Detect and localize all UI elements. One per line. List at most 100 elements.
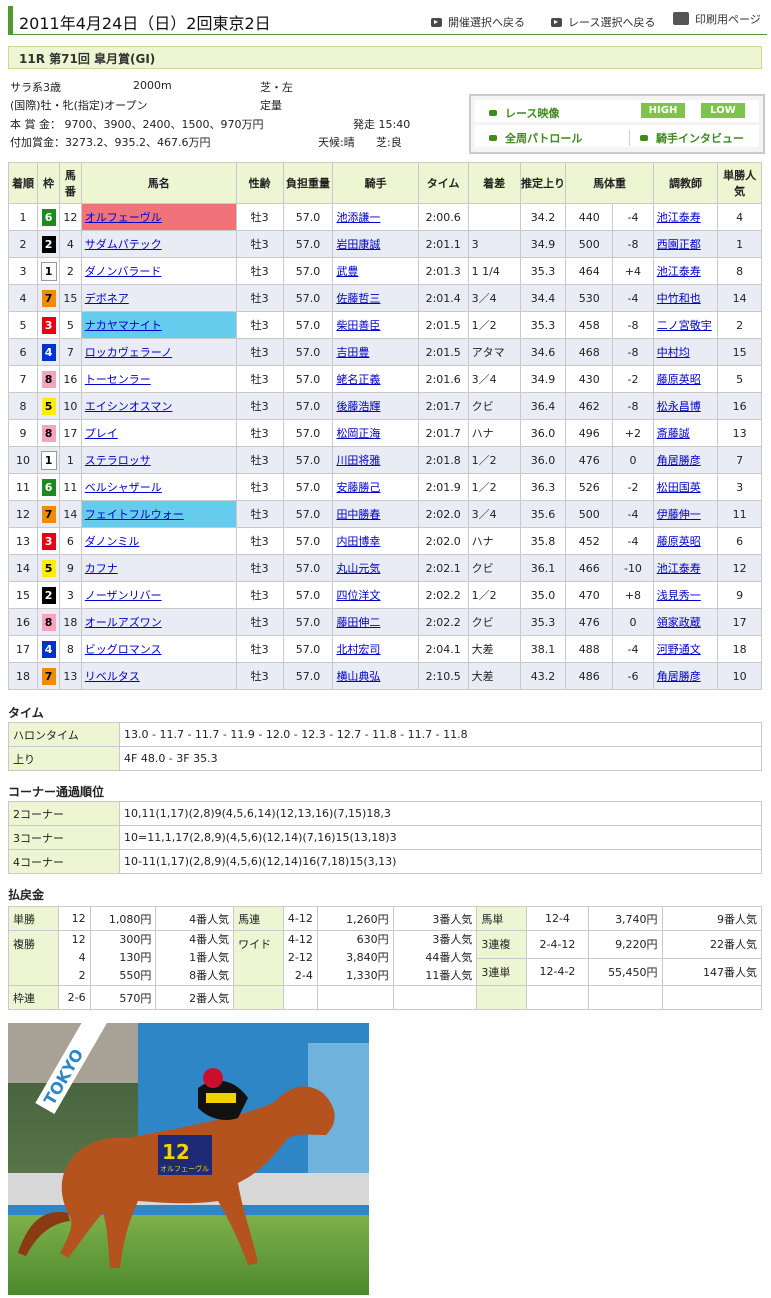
jockey-link[interactable]: 武豊 xyxy=(336,265,358,278)
horse-name-link-cell: プレイ xyxy=(80,419,237,447)
back-to-race-link[interactable]: レース選択へ戻る xyxy=(551,14,655,30)
jockey-link[interactable]: 佐藤哲三 xyxy=(336,292,380,305)
jockey-link[interactable]: 内田博幸 xyxy=(336,535,380,548)
jockey-link[interactable]: 後藤浩輝 xyxy=(336,400,380,413)
finish-pos-cell: 3 xyxy=(7,257,39,285)
horse-name-link[interactable]: カフナ xyxy=(85,562,118,575)
jockey-link[interactable]: 柴田善臣 xyxy=(336,319,380,332)
horse-name-link[interactable]: プレイ xyxy=(85,427,118,440)
jockey-link-cell: 川田将雅 xyxy=(332,446,419,474)
horse-number-cell: 18 xyxy=(58,608,82,636)
trainer-link-cell: 池江泰寿 xyxy=(652,554,719,582)
jockey-link-cell: 安藤勝己 xyxy=(332,473,419,501)
trainer-link[interactable]: 斎藤誠 xyxy=(657,427,690,440)
video-low-button[interactable]: LOW xyxy=(701,103,745,118)
trainer-link[interactable]: 藤原英昭 xyxy=(657,373,701,386)
table-row: 15 2 3 ノーザンリバー 牡3 57.0 四位洋文 2:02.2 1／2 35.0 470 +8 浅… xyxy=(7,581,762,609)
trainer-link[interactable]: 角居勝彦 xyxy=(657,454,701,467)
horse-name-link[interactable]: エイシンオスマン xyxy=(85,400,173,413)
trainer-link[interactable]: 池江泰寿 xyxy=(657,211,701,224)
jockey-link[interactable]: 安藤勝己 xyxy=(336,481,380,494)
jockey-link[interactable]: 藤田伸二 xyxy=(336,616,380,629)
horse-name-link[interactable]: トーセンラー xyxy=(85,373,151,386)
horse-name-link[interactable]: リベルタス xyxy=(85,670,140,683)
horse-number-cell: 15 xyxy=(58,284,82,312)
sanrenpuku-amount: 9,220円 xyxy=(587,930,663,959)
video-icon xyxy=(489,135,497,141)
waku-badge-cell: 1 xyxy=(37,446,60,474)
weight-carried-cell: 57.0 xyxy=(282,662,334,690)
horse-name-link-cell: ロッカヴェラーノ xyxy=(80,338,237,366)
table-row: 上り 4F 48.0 - 3F 35.3 xyxy=(8,746,762,771)
horse-name-link[interactable]: オールアズワン xyxy=(85,616,162,629)
weight-carried-cell: 57.0 xyxy=(282,392,334,420)
horse-name-link[interactable]: デボネア xyxy=(85,292,129,305)
body-weight-cell: 430 xyxy=(565,365,614,393)
trainer-link[interactable]: 伊藤伸一 xyxy=(657,508,701,521)
jockey-link[interactable]: 横山典弘 xyxy=(336,670,380,683)
horse-name-link[interactable]: ナカヤマナイト xyxy=(85,319,162,332)
trainer-link[interactable]: 西園正都 xyxy=(657,238,701,251)
popularity-cell: 4 xyxy=(717,203,762,231)
horse-name-link[interactable]: ノーザンリバー xyxy=(85,589,162,602)
patrol-link[interactable]: 全周パトロール xyxy=(489,130,582,146)
horse-name-link[interactable]: フェイトフルウォー xyxy=(85,508,184,521)
jockey-link[interactable]: 松岡正海 xyxy=(336,427,380,440)
trainer-link[interactable]: 池江泰寿 xyxy=(657,265,701,278)
trainer-link[interactable]: 池江泰寿 xyxy=(657,562,701,575)
video-high-button[interactable]: HIGH xyxy=(641,103,685,118)
trainer-link[interactable]: 中村均 xyxy=(657,346,690,359)
jockey-link[interactable]: 田中勝春 xyxy=(336,508,380,521)
horse-number-cell: 14 xyxy=(58,500,82,528)
tansho-amount: 1,080円 xyxy=(89,906,157,931)
trainer-link[interactable]: 角居勝彦 xyxy=(657,670,701,683)
trainer-link[interactable]: 二ノ宮敬宇 xyxy=(657,319,712,332)
race-time-cell: 2:00.6 xyxy=(417,203,469,231)
video-row: レース映像 HIGH LOW xyxy=(475,100,759,122)
jockey-link[interactable]: 池添謙一 xyxy=(336,211,380,224)
jockey-link[interactable]: 北村宏司 xyxy=(336,643,380,656)
sex-age-cell: 牡3 xyxy=(235,446,284,474)
waku-badge: 6 xyxy=(41,478,56,496)
horse-name-link[interactable]: オルフェーヴル xyxy=(85,211,162,224)
margin-cell: ハナ xyxy=(467,419,521,447)
print-page-link[interactable]: 印刷用ページ xyxy=(673,11,761,27)
trainer-link[interactable]: 松田国英 xyxy=(657,481,701,494)
trainer-link[interactable]: 領家政蔵 xyxy=(657,616,701,629)
horse-name-link[interactable]: ビッグロマンス xyxy=(85,643,162,656)
jockey-link[interactable]: 四位洋文 xyxy=(336,589,380,602)
jockey-link[interactable]: 岩田康誠 xyxy=(336,238,380,251)
horse-number-cell: 8 xyxy=(58,635,82,663)
table-row: 5 3 5 ナカヤマナイト 牡3 57.0 柴田善臣 2:01.5 1／2 35.3 458 -8 二ノ… xyxy=(7,311,762,339)
waku-badge: 6 xyxy=(41,208,56,226)
time-table: ハロンタイム 13.0 - 11.7 - 11.7 - 11.9 - 12.0 -… xyxy=(8,722,762,771)
horse-name-link[interactable]: ベルシャザール xyxy=(85,481,162,494)
horse-name-link[interactable]: ダノンミル xyxy=(85,535,140,548)
horse-name-link[interactable]: ステラロッサ xyxy=(85,454,151,467)
jockey-interview-link[interactable]: 騎手インタビュー xyxy=(629,130,744,146)
trainer-link[interactable]: 松永昌博 xyxy=(657,400,701,413)
back-to-meeting-link[interactable]: 開催選択へ戻る xyxy=(431,14,525,30)
patrol-row: 全周パトロール 騎手インタビュー xyxy=(475,125,759,147)
jockey-link[interactable]: 川田将雅 xyxy=(336,454,380,467)
waku-badge-cell: 2 xyxy=(37,230,60,258)
jockey-link[interactable]: 蛯名正義 xyxy=(336,373,380,386)
table-row: 12 7 14 フェイトフルウォー 牡3 57.0 田中勝春 2:02.0 3／4 35.6 500… xyxy=(7,500,762,528)
horse-name-link[interactable]: サダムパテック xyxy=(85,238,162,251)
weight-diff-cell: -2 xyxy=(612,473,654,501)
jockey-link[interactable]: 吉田豊 xyxy=(336,346,369,359)
margin-cell: クビ xyxy=(467,392,521,420)
results-table: 着順 枠 馬番 馬名 性齢 負担重量 騎手 タイム 着差 推定上り 馬体重 調教… xyxy=(7,162,762,690)
horse-name-link[interactable]: ロッカヴェラーノ xyxy=(85,346,172,359)
trainer-link[interactable]: 河野通文 xyxy=(657,643,701,656)
table-row: 3コーナー 10=11,1,17(2,8,9)(4,5,6)(12,14)(7,1… xyxy=(8,825,762,850)
table-row: 16 8 18 オールアズワン 牡3 57.0 藤田伸二 2:02.2 クビ 35.3 476 0 領家… xyxy=(7,608,762,636)
finish-pos-cell: 16 xyxy=(7,608,39,636)
trainer-link[interactable]: 藤原英昭 xyxy=(657,535,701,548)
trainer-link-cell: 松田国英 xyxy=(652,473,719,501)
jockey-link[interactable]: 丸山元気 xyxy=(336,562,380,575)
horse-name-link[interactable]: ダノンバラード xyxy=(85,265,162,278)
trainer-link[interactable]: 中竹和也 xyxy=(657,292,701,305)
waku-badge-cell: 8 xyxy=(37,608,60,636)
trainer-link[interactable]: 浅見秀一 xyxy=(657,589,701,602)
